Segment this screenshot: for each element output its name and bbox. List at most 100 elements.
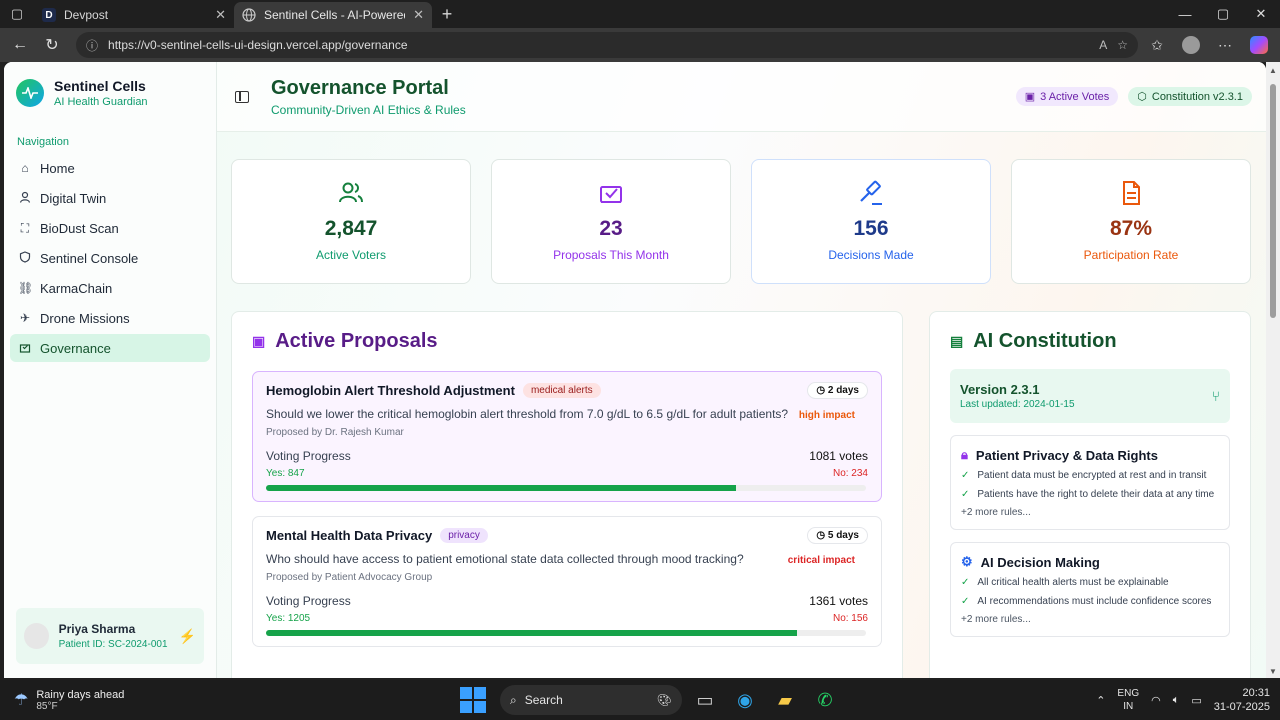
more-rules-link[interactable]: +2 more rules... — [961, 614, 1219, 625]
favorite-star-icon[interactable]: ☆ — [1117, 38, 1128, 52]
tab-close-icon[interactable]: ✕ — [413, 7, 424, 23]
home-icon: ⌂ — [21, 161, 29, 175]
rule-text: Patients have the right to delete their … — [977, 489, 1215, 500]
windows-taskbar: ☂ Rainy days ahead 85°F ⌕ Search 🎨︎ ▭ ◉ … — [0, 680, 1280, 720]
time-remaining-badge: ◷ 2 days — [807, 382, 868, 399]
main-content: Governance Portal Community-Driven AI Et… — [217, 62, 1266, 678]
sidebar-item-label: Governance — [40, 340, 111, 356]
sidebar-item-karmachain[interactable]: ⛓ KarmaChain — [10, 274, 210, 302]
back-button[interactable]: ← — [6, 31, 34, 59]
more-menu-icon[interactable]: ⋯ — [1210, 31, 1240, 59]
minimize-icon[interactable]: — — [1166, 0, 1204, 28]
git-branch-icon[interactable]: ⑂ — [1212, 388, 1220, 404]
search-icon: ⌕ — [510, 692, 517, 707]
edge-browser-icon[interactable]: ◉ — [728, 683, 762, 717]
start-button[interactable] — [460, 687, 486, 713]
new-tab-button[interactable]: + — [432, 0, 462, 28]
sidebar-item-governance[interactable]: Governance — [10, 334, 210, 362]
clock-time: 20:31 — [1242, 687, 1270, 699]
weather-widget[interactable]: ☂ Rainy days ahead 85°F — [0, 689, 220, 712]
url-text[interactable]: https://v0-sentinel-cells-ui-design.verc… — [108, 38, 1089, 52]
favorites-icon[interactable]: ✩ — [1142, 31, 1172, 59]
lightning-icon: ⚡ — [178, 627, 196, 644]
badge-label: 3 Active Votes — [1040, 90, 1110, 103]
check-circle-icon: ✓ — [961, 577, 970, 588]
proposal-card[interactable]: Hemoglobin Alert Threshold Adjustment me… — [252, 371, 882, 502]
copilot-button[interactable] — [1244, 31, 1274, 59]
tab-devpost[interactable]: D Devpost ✕ — [34, 2, 234, 28]
sidebar-item-sentinel-console[interactable]: Sentinel Console — [10, 244, 210, 272]
tab-actions-icon[interactable]: ▢ — [0, 0, 34, 28]
tab-close-icon[interactable]: ✕ — [215, 7, 226, 23]
stat-value: 2,847 — [324, 217, 378, 240]
page-scrollbar[interactable]: ▲ ▼ — [1266, 62, 1280, 678]
copilot-icon — [1250, 36, 1268, 54]
sidebar-toggle-icon[interactable] — [235, 90, 249, 103]
profile-button[interactable] — [1176, 31, 1206, 59]
progress-fill — [266, 630, 797, 636]
language-indicator[interactable]: ENG IN — [1117, 687, 1139, 713]
impact-label: critical impact — [787, 555, 855, 566]
taskbar-search[interactable]: ⌕ Search 🎨︎ — [500, 685, 682, 715]
proposal-question: Who should have access to patient emotio… — [266, 552, 744, 566]
brand-name: Sentinel Cells — [54, 78, 146, 94]
more-rules-link[interactable]: +2 more rules... — [961, 507, 1219, 518]
site-info-icon[interactable]: ⓘ — [86, 37, 98, 54]
user-profile-card[interactable]: Priya Sharma Patient ID: SC-2024-001 ⚡ — [16, 608, 204, 664]
scroll-down-icon[interactable]: ▼ — [1269, 667, 1277, 676]
system-clock[interactable]: 20:31 31-07-2025 — [1214, 686, 1270, 714]
address-bar[interactable]: ⓘ https://v0-sentinel-cells-ui-design.ve… — [76, 32, 1138, 58]
check-circle-icon: ✓ — [961, 470, 970, 481]
proposal-question: Should we lower the critical hemoglobin … — [266, 407, 789, 421]
search-label: Search — [524, 693, 563, 707]
stat-card-participation: 87% Participation Rate — [1011, 159, 1251, 284]
rule-text: Patient data must be encrypted at rest a… — [977, 470, 1207, 481]
rain-cloud-icon: ☂ — [14, 692, 29, 709]
volume-icon[interactable]: 🔈︎ — [1173, 694, 1180, 707]
panel-title-text: AI Constitution — [973, 330, 1117, 352]
tab-sentinel-cells[interactable]: Sentinel Cells - AI-Powered Thalas ✕ — [234, 2, 432, 28]
sidebar-item-home[interactable]: ⌂ Home — [10, 154, 210, 182]
shield-icon — [18, 250, 32, 266]
sidebar-item-drone-missions[interactable]: ✈ Drone Missions — [10, 304, 210, 332]
yes-count: Yes: 847 — [266, 468, 305, 479]
scrollbar-thumb[interactable] — [1270, 84, 1276, 318]
no-count: No: 156 — [832, 613, 868, 624]
proposal-card[interactable]: Mental Health Data Privacy privacy ◷ 5 d… — [252, 516, 882, 647]
whatsapp-icon[interactable]: ✆ — [808, 683, 842, 717]
constitution-version-box: Version 2.3.1 Last updated: 2024-01-15 ⑂ — [950, 369, 1230, 423]
brand[interactable]: Sentinel Cells AI Health Guardian — [4, 62, 216, 108]
stat-label: Active Voters — [315, 248, 387, 262]
proposal-author: Proposed by Patient Advocacy Group — [266, 572, 433, 583]
check-circle-icon: ✓ — [961, 596, 970, 607]
file-explorer-icon[interactable]: ▰ — [768, 683, 802, 717]
wifi-icon[interactable]: ◠ — [1151, 694, 1161, 707]
lang-primary: ENG — [1117, 688, 1140, 699]
task-view-icon[interactable]: ▭ — [688, 683, 722, 717]
constitution-section[interactable]: 🔒︎ Patient Privacy & Data Rights ✓ Patien… — [950, 435, 1230, 530]
reload-button[interactable]: ↻ — [38, 31, 66, 59]
scroll-up-icon[interactable]: ▲ — [1269, 66, 1277, 75]
constitution-section[interactable]: ⚙ AI Decision Making ✓ All critical healt… — [950, 542, 1230, 637]
stats-row: 2,847 Active Voters 23 Proposals This Mo… — [231, 159, 1251, 284]
constitution-version-badge: ⬡ Constitution v2.3.1 — [1128, 87, 1252, 106]
battery-icon[interactable]: ▭ — [1191, 694, 1201, 707]
sidebar-item-biodust-scan[interactable]: ⛶ BioDust Scan — [10, 214, 210, 242]
window-close-icon[interactable]: ✕ — [1242, 0, 1280, 28]
chevron-up-icon[interactable]: ⌃ — [1096, 694, 1105, 707]
read-aloud-icon[interactable]: A — [1099, 38, 1107, 52]
globe-icon — [242, 8, 256, 22]
sidebar-item-digital-twin[interactable]: Digital Twin — [10, 184, 210, 212]
brand-subtitle: AI Health Guardian — [54, 96, 148, 108]
proposal-author: Proposed by Dr. Rajesh Kumar — [266, 427, 404, 438]
vote-icon: ▣ — [1024, 91, 1036, 103]
stat-label: Participation Rate — [1083, 248, 1179, 262]
maximize-icon[interactable]: ▢ — [1204, 0, 1242, 28]
link-icon: ⛓ — [18, 281, 34, 295]
stat-card-proposals: 23 Proposals This Month — [491, 159, 731, 284]
heartbeat-logo-icon — [16, 79, 44, 107]
shield-icon: ⬡ — [1137, 91, 1147, 103]
days-label: 2 days — [827, 385, 859, 396]
voting-progress-bar — [266, 630, 866, 636]
lock-icon: 🔒︎ — [961, 447, 968, 462]
